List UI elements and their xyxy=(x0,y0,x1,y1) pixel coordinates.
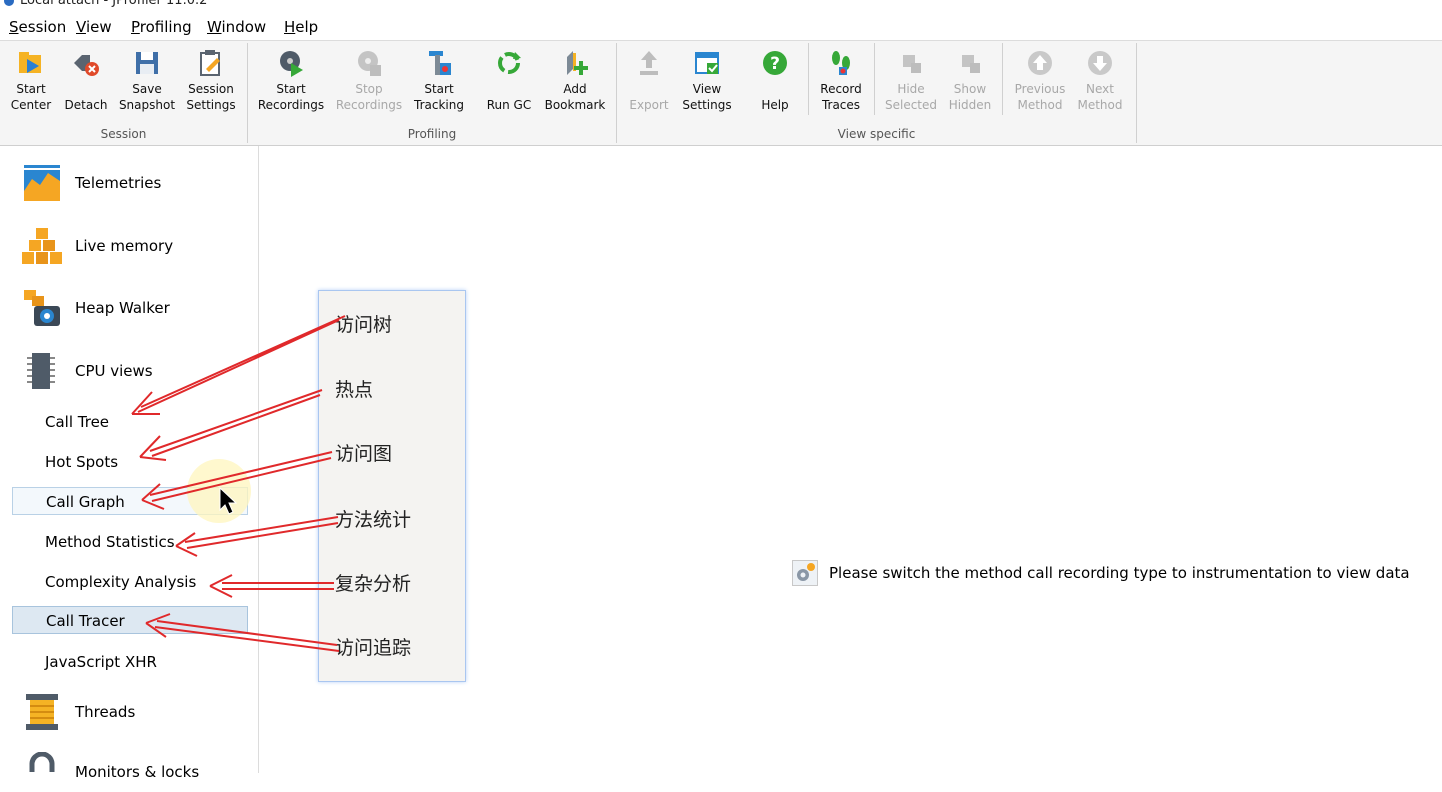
arrow-call-tree xyxy=(131,315,346,415)
arrow-complexity-analysis xyxy=(209,574,334,598)
arrow-call-graph xyxy=(141,451,333,510)
arrow-method-statistics xyxy=(175,516,339,557)
settings-gear-icon[interactable] xyxy=(792,560,818,586)
arrow-hot-spots xyxy=(139,389,323,461)
mouse-cursor-icon xyxy=(219,486,238,515)
arrow-call-tracer xyxy=(145,613,340,652)
instrumentation-hint-text: Please switch the method call recording … xyxy=(829,564,1410,582)
annotation-arrows xyxy=(131,315,346,652)
main-message: Please switch the method call recording … xyxy=(792,560,1410,586)
